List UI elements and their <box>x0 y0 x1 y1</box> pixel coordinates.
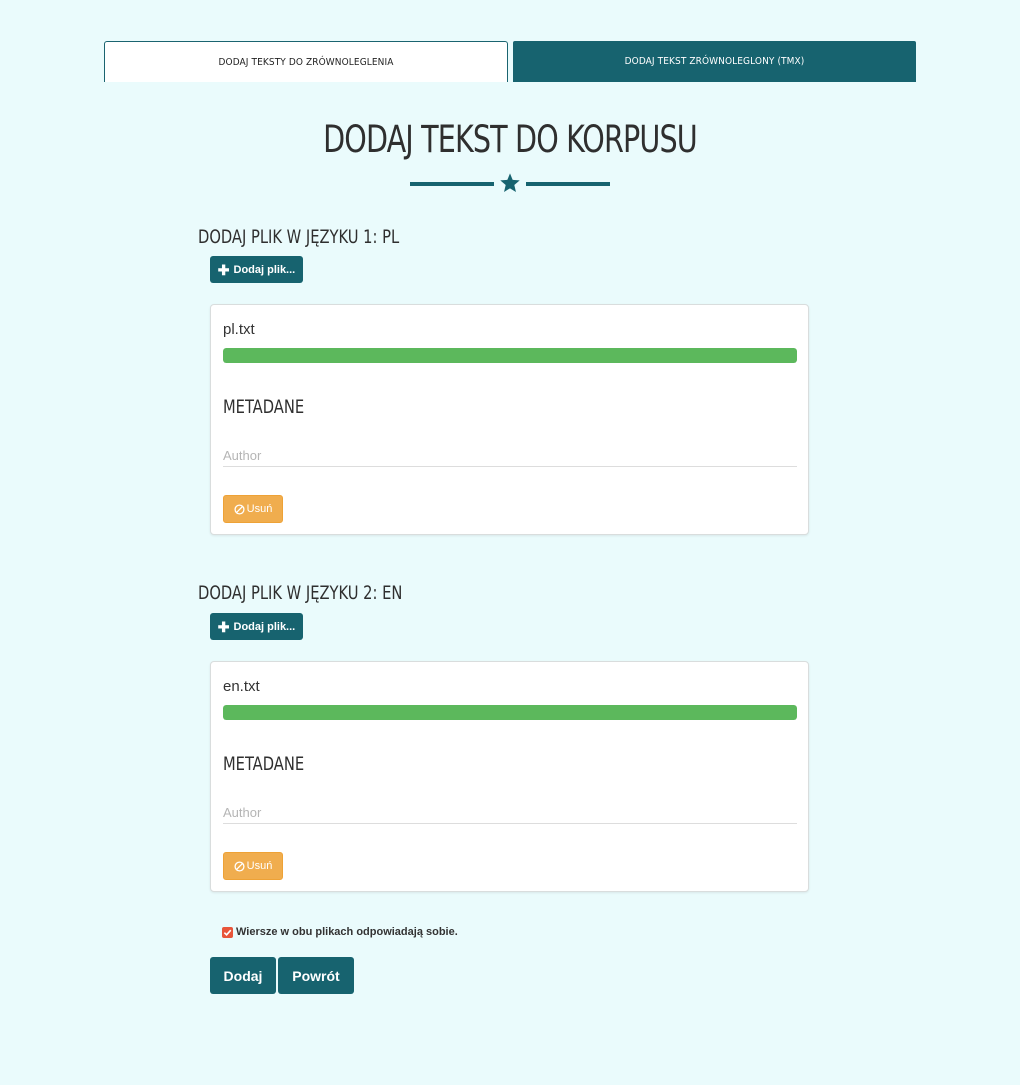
submit-label: Dodaj <box>223 967 263 984</box>
remove-file-button[interactable]: Usuń <box>223 495 283 523</box>
page: Dodaj teksty do zrównoleglenia Dodaj tek… <box>0 0 1020 1085</box>
remove-label: Usuń <box>246 503 273 515</box>
plus-icon: ✚ <box>217 618 230 635</box>
progress-fill <box>223 705 797 720</box>
metadata-heading: Metadane <box>223 753 305 775</box>
add-file-button-language-1[interactable]: ✚ Dodaj plik... <box>210 256 303 283</box>
remove-label: Usuń <box>246 860 273 872</box>
add-file-label: Dodaj plik... <box>233 620 296 633</box>
remove-file-button[interactable]: Usuń <box>223 852 283 880</box>
tab-label: Dodaj tekst zrównoleglony (TMX) <box>624 56 805 67</box>
title-divider <box>410 172 610 194</box>
file-name: en.txt <box>223 678 260 695</box>
author-field[interactable] <box>223 444 797 467</box>
metadata-heading: Metadane <box>223 396 305 418</box>
back-button[interactable]: Powrót <box>278 957 354 994</box>
file-name: pl.txt <box>223 321 255 338</box>
submit-add-button[interactable]: Dodaj <box>210 957 276 994</box>
progress-fill <box>223 348 797 363</box>
upload-progress-bar <box>223 705 797 720</box>
divider-line-left <box>410 182 494 186</box>
ban-icon <box>234 503 245 515</box>
add-file-button-language-2[interactable]: ✚ Dodaj plik... <box>210 613 303 640</box>
page-title: Dodaj tekst do korpusu <box>323 118 698 161</box>
ban-icon <box>234 860 245 872</box>
checkbox-label: Wiersze w obu plikach odpowiadają sobie. <box>236 926 458 938</box>
tab-label: Dodaj teksty do zrównoleglenia <box>218 56 394 68</box>
file-card-language-1: pl.txt Metadane Usuń <box>210 304 809 535</box>
tab-add-texts-for-alignment[interactable]: Dodaj teksty do zrównoleglenia <box>104 41 508 82</box>
section-heading-language-2: Dodaj plik w języku 2: EN <box>198 582 403 604</box>
lines-match-checkbox[interactable] <box>222 926 233 938</box>
star-icon <box>500 173 520 192</box>
plus-icon: ✚ <box>217 261 230 278</box>
section-heading-language-1: Dodaj plik w języku 1: PL <box>198 226 400 248</box>
tab-bar: Dodaj teksty do zrównoleglenia Dodaj tek… <box>104 41 916 82</box>
file-card-language-2: en.txt Metadane Usuń <box>210 661 809 892</box>
divider-line-right <box>526 182 610 186</box>
tab-add-aligned-text-tmx[interactable]: Dodaj tekst zrównoleglony (TMX) <box>513 41 916 82</box>
back-label: Powrót <box>292 967 340 984</box>
author-field[interactable] <box>223 801 797 824</box>
upload-progress-bar <box>223 348 797 363</box>
add-file-label: Dodaj plik... <box>233 263 296 276</box>
checkmark-icon <box>223 929 232 936</box>
lines-match-checkbox-row: Wiersze w obu plikach odpowiadają sobie. <box>222 926 458 938</box>
